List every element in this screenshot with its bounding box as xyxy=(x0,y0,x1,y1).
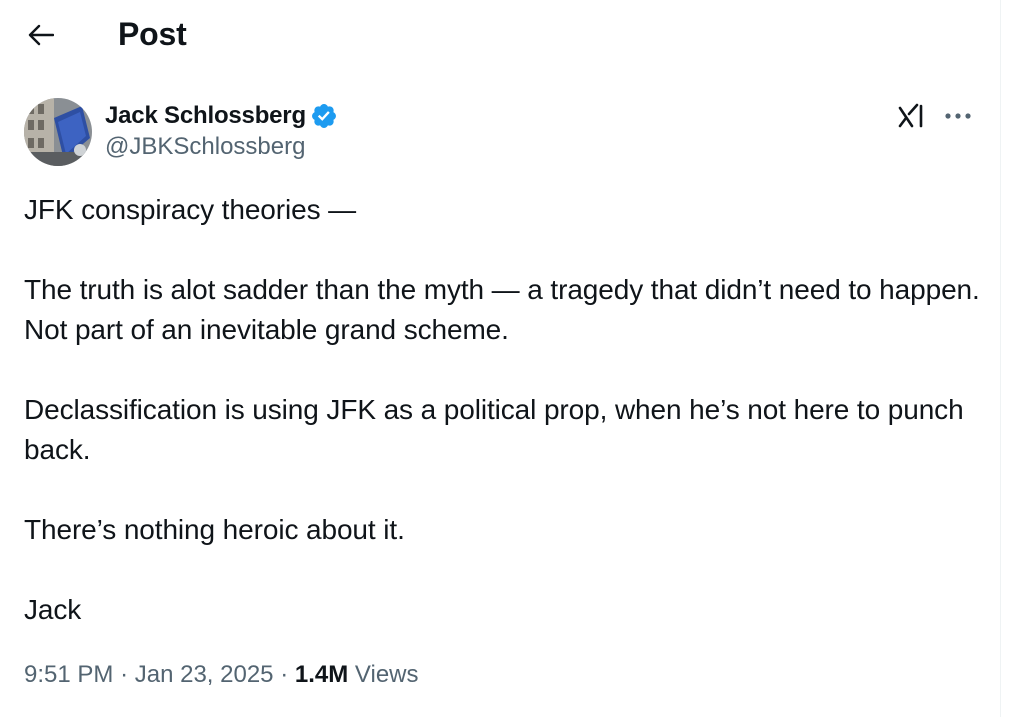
post-meta: 9:51 PM · Jan 23, 2025 · 1.4M Views xyxy=(24,658,419,692)
arrow-left-icon xyxy=(28,24,54,46)
post-signature: Jack xyxy=(24,594,82,625)
page-title: Post xyxy=(118,16,187,52)
more-options-button[interactable] xyxy=(942,104,974,128)
top-bar: Post xyxy=(0,0,1000,70)
post-time[interactable]: 9:51 PM xyxy=(24,661,113,688)
column-divider xyxy=(1000,0,1001,717)
more-horizontal-icon xyxy=(945,113,971,119)
avatar-image xyxy=(24,98,92,166)
verified-badge-icon[interactable] xyxy=(310,102,338,130)
post-page: Post Jack Schlossberg @JBKSchlossberg JF… xyxy=(0,0,1024,717)
author-handle[interactable]: @JBKSchlossberg xyxy=(105,133,305,161)
post-date[interactable]: Jan 23, 2025 xyxy=(135,661,274,688)
meta-separator: · xyxy=(280,661,289,688)
post-text: JFK conspiracy theories — The truth is a… xyxy=(24,190,984,630)
post-paragraph: Declassification is using JFK as a polit… xyxy=(24,394,964,465)
grok-button[interactable] xyxy=(896,101,928,131)
back-button[interactable] xyxy=(22,16,60,54)
author-name[interactable]: Jack Schlossberg xyxy=(105,102,306,130)
avatar[interactable] xyxy=(24,98,92,166)
author-name-row: Jack Schlossberg xyxy=(105,100,338,132)
views-count[interactable]: 1.4M xyxy=(295,661,348,688)
grok-icon xyxy=(898,103,923,128)
post-paragraph: JFK conspiracy theories — xyxy=(24,194,357,225)
post-paragraph: The truth is alot sadder than the myth —… xyxy=(24,274,980,345)
post-paragraph: There’s nothing heroic about it. xyxy=(24,514,405,545)
meta-separator: · xyxy=(120,661,129,688)
views-label: Views xyxy=(354,661,419,688)
